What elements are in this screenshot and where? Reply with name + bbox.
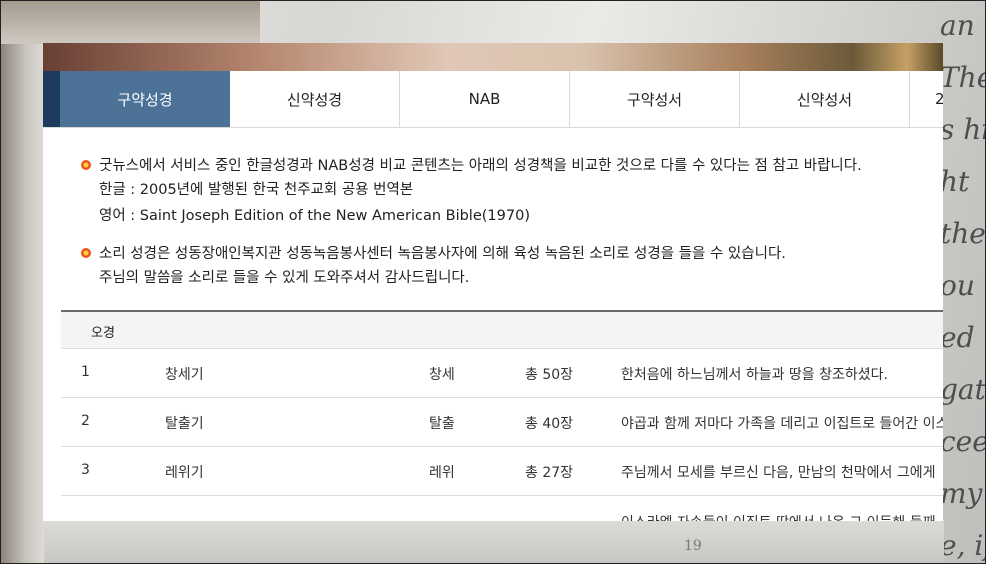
book-name[interactable]: 탈출기: [165, 413, 204, 433]
book-chapters: 총 27장: [525, 465, 574, 481]
background-book-text: an The s hi ht the ou ed gat ceer my e, …: [936, 0, 986, 564]
notice-text: 소리 성경은 성동장애인복지관 성동녹음봉사센터 녹음봉사자에 의해 육성 녹음…: [99, 246, 786, 262]
table-header: 오경: [61, 312, 943, 349]
bg-text-line: the: [940, 217, 986, 250]
book-chapters: 총 50장: [525, 367, 574, 383]
background-top-left: [0, 0, 260, 44]
header-banner-image: [43, 43, 943, 71]
tab-new-testament-scripture[interactable]: 신약성서: [740, 71, 910, 127]
book-abbreviation: 창세: [429, 367, 455, 383]
background-bottom: 19: [44, 520, 944, 564]
table-row[interactable]: 이스라엘 자손들이 이집트 땅에서 나온 그 이듬해 둘째: [61, 496, 943, 521]
bg-text-line: The: [940, 61, 986, 94]
tab-more[interactable]: 2: [910, 71, 943, 127]
bg-text-line: ht: [940, 165, 970, 198]
book-abbreviation: 레위: [429, 465, 455, 481]
notice-text: 영어 : Saint Joseph Edition of the New Ame…: [99, 208, 530, 224]
book-first-verse: 한처음에 하느님께서 하늘과 땅을 창조하셨다.: [621, 367, 888, 383]
bg-text-line: s hi: [940, 113, 986, 146]
book-number: 3: [81, 462, 90, 478]
tabs-left-edge: [43, 71, 60, 127]
table-row[interactable]: 2 탈출기 탈출 총 40장 야곱과 함께 저마다 가족을 데리고 이집트로 들…: [61, 398, 943, 447]
bg-text-line: ed: [940, 321, 975, 354]
content-panel: 구약성경 신약성경 NAB 구약성서 신약성서 2 굿뉴스에서 서비스 중인 한…: [43, 43, 943, 521]
bible-tabs: 구약성경 신약성경 NAB 구약성서 신약성서 2: [43, 71, 943, 128]
notice-text: 굿뉴스에서 서비스 중인 한글성경과 NAB성경 비교 콘텐츠는 아래의 성경책…: [99, 158, 862, 174]
notice-audio-bible: 소리 성경은 성동장애인복지관 성동녹음봉사센터 녹음봉사자에 의해 육성 녹음…: [81, 243, 931, 291]
notice-text: 한글 : 2005년에 발행된 한국 천주교회 공용 번역본: [99, 182, 414, 198]
tab-nab[interactable]: NAB: [400, 71, 570, 127]
bg-text-line: my: [940, 477, 983, 510]
notice-section: 굿뉴스에서 서비스 중인 한글성경과 NAB성경 비교 콘텐츠는 아래의 성경책…: [81, 155, 931, 305]
book-chapters: 총 40장: [525, 416, 574, 432]
book-number: 2: [81, 413, 90, 429]
notice-comparison: 굿뉴스에서 서비스 중인 한글성경과 NAB성경 비교 콘텐츠는 아래의 성경책…: [81, 155, 931, 229]
book-table: 오경 1 창세기 창세 총 50장 한처음에 하느님께서 하늘과 땅을 창조하셨…: [61, 310, 943, 521]
tab-old-testament-bible[interactable]: 구약성경: [60, 71, 230, 127]
book-first-verse: 이스라엘 자손들이 이집트 땅에서 나온 그 이듬해 둘째: [621, 512, 936, 521]
book-name[interactable]: 레위기: [165, 462, 204, 482]
book-first-verse: 주님께서 모세를 부르신 다음, 만남의 천막에서 그에게: [621, 465, 936, 481]
book-abbreviation: 탈출: [429, 416, 455, 432]
background-page-number: 19: [684, 538, 702, 554]
book-number: 1: [81, 364, 90, 380]
bg-text-line: ou: [940, 269, 975, 302]
notice-text: 주님의 말씀을 소리로 들을 수 있게 도와주셔서 감사드립니다.: [99, 270, 470, 286]
table-row[interactable]: 1 창세기 창세 총 50장 한처음에 하느님께서 하늘과 땅을 창조하셨다.: [61, 349, 943, 398]
book-name[interactable]: 창세기: [165, 364, 204, 384]
bullet-icon: [81, 160, 91, 170]
table-row[interactable]: 3 레위기 레위 총 27장 주님께서 모세를 부르신 다음, 만남의 천막에서…: [61, 447, 943, 496]
tab-old-testament-scripture[interactable]: 구약성서: [570, 71, 740, 127]
section-title-pentateuch: 오경: [91, 326, 115, 341]
bg-text-line: an: [940, 9, 975, 42]
background-book-spine: [0, 0, 44, 564]
bg-text-line: gat: [940, 373, 986, 406]
bg-text-line: ceer: [940, 425, 986, 458]
bullet-icon: [81, 248, 91, 258]
book-first-verse: 야곱과 함께 저마다 가족을 데리고 이집트로 들어간 이스: [621, 416, 943, 432]
tab-new-testament-bible[interactable]: 신약성경: [230, 71, 400, 127]
